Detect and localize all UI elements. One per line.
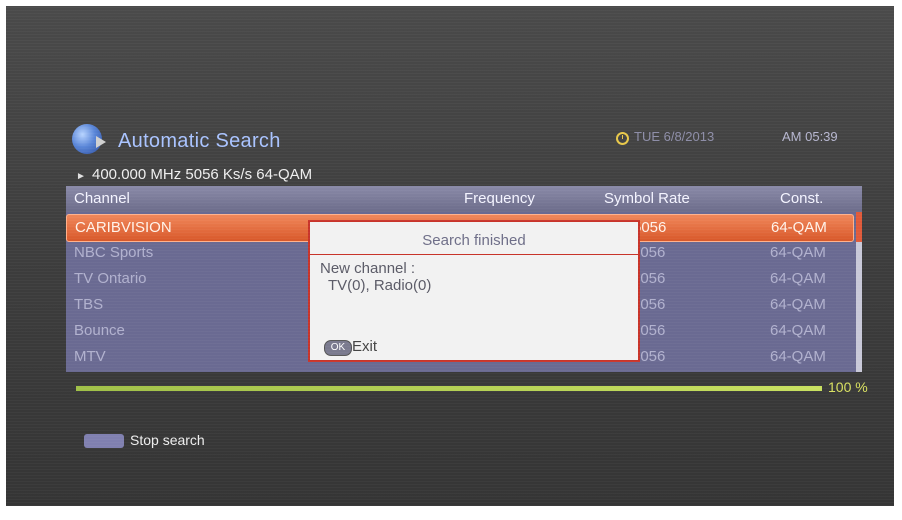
column-header-frequency: Frequency <box>464 190 535 207</box>
dialog-title: Search finished <box>422 232 526 249</box>
cell-channel: TBS <box>74 296 104 313</box>
tv-screen: Automatic Search TUE 6/8/2013 AM 05:39 ►… <box>6 6 894 506</box>
stop-search-hint[interactable]: Stop search <box>130 432 205 448</box>
progress-fill <box>76 386 822 391</box>
table-header: Channel Frequency Symbol Rate Const. <box>66 186 862 212</box>
menu-key-icon <box>84 434 124 448</box>
scrollbar-thumb[interactable] <box>856 212 862 242</box>
table-scrollbar[interactable] <box>856 212 862 372</box>
triangle-bullet-icon: ► <box>76 171 86 182</box>
cell-channel: MTV <box>74 348 106 365</box>
column-header-symbol-rate: Symbol Rate <box>604 190 690 207</box>
dialog-new-channel-label: New channel : <box>320 260 416 277</box>
cell-channel: Bounce <box>74 322 125 339</box>
transponder-info: 400.000 MHz 5056 Ks/s 64-QAM <box>92 166 313 183</box>
cell-const: 64-QAM <box>770 296 826 313</box>
clock-icon <box>616 132 629 145</box>
cell-const: 64-QAM <box>770 322 826 339</box>
search-progress-bar <box>76 386 822 391</box>
progress-label: 100 % <box>828 379 868 395</box>
column-header-channel: Channel <box>74 190 130 207</box>
cell-channel: NBC Sports <box>74 244 154 261</box>
satellite-arrow-icon <box>96 136 106 148</box>
column-header-const: Const. <box>780 190 824 207</box>
exit-button[interactable]: Exit <box>352 338 377 355</box>
cell-channel: CARIBVISION <box>75 219 172 236</box>
cell-const: 64-QAM <box>770 348 826 365</box>
time-display: AM 05:39 <box>782 129 838 144</box>
cell-const: 64-QAM <box>771 219 827 236</box>
search-finished-dialog: Search finished New channel : TV(0), Rad… <box>308 220 640 362</box>
dialog-divider <box>310 254 638 255</box>
cell-channel: TV Ontario <box>74 270 147 287</box>
dialog-channel-counts: TV(0), Radio(0) <box>328 277 432 294</box>
cell-const: 64-QAM <box>770 244 826 261</box>
date-display: TUE 6/8/2013 <box>634 129 715 144</box>
ok-key-icon[interactable]: OK <box>324 340 352 356</box>
page-title: Automatic Search <box>118 130 281 152</box>
cell-const: 64-QAM <box>770 270 826 287</box>
